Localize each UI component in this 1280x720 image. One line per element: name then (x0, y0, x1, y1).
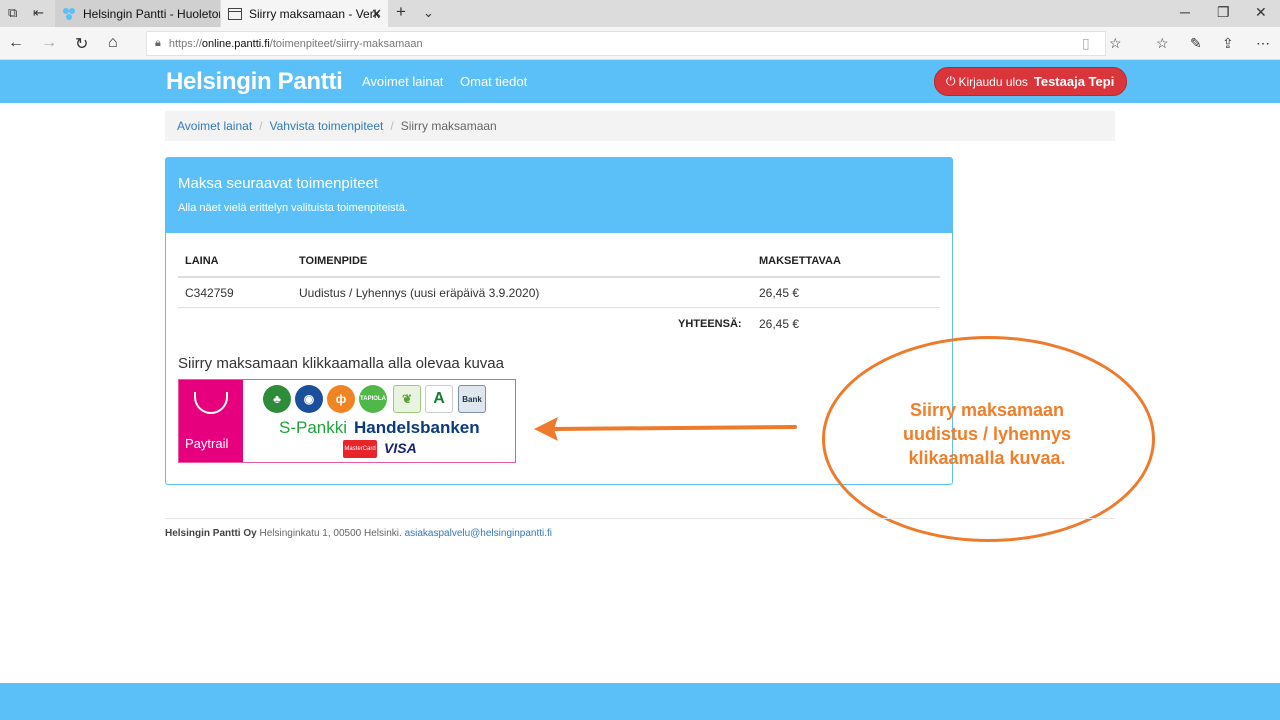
refresh-icon[interactable]: ↻ (75, 34, 88, 54)
url-input[interactable]: 🔒︎ https://online.pantti.fi/toimenpiteet… (146, 31, 1106, 56)
tab-helsingin-pantti[interactable]: Helsingin Pantti - Huoleton (55, 0, 220, 27)
footer-bar (0, 683, 1280, 720)
annotation-line: klikaamalla kuvaa. (908, 448, 1066, 468)
share-icon[interactable]: ⇪ (1222, 35, 1234, 52)
browser-tab-bar: ⧉ ⇤ Helsingin Pantti - Huoleton Siirry m… (0, 0, 1280, 27)
back-icon[interactable]: ← (8, 34, 24, 52)
paytrail-brand: Paytrail (185, 436, 229, 451)
breadcrumb: Avoimet lainat / Vahvista toimenpiteet /… (165, 111, 1115, 141)
total-label: YHTEENSÄ: (678, 318, 742, 330)
restore-icon[interactable]: ❐ (1217, 4, 1230, 21)
pop-bank-icon: ❦ (393, 385, 421, 413)
nordea-icon: ◉ (295, 385, 323, 413)
paytrail-pay-button[interactable]: Paytrail ♣ ◉ ф TAPIOLA ❦ A Bank S-Pankki… (178, 379, 516, 463)
footer: Helsingin Pantti Oy Helsinginkatu 1, 005… (165, 528, 552, 539)
home-icon[interactable]: ⌂ (108, 34, 118, 52)
tab-actions-icon[interactable]: ⧉ (8, 5, 17, 21)
annotation-text: Siirry maksamaan uudistus / lyhennys kli… (862, 398, 1112, 470)
breadcrumb-avoimet-lainat[interactable]: Avoimet lainat (177, 119, 252, 133)
column-header-toimenpide: TOIMENPIDE (299, 255, 368, 267)
tab-title: Siirry maksamaan - Verk (249, 6, 380, 21)
panel-heading: Maksa seuraavat toimenpiteet Alla näet v… (166, 158, 952, 233)
lock-icon: 🔒︎ (155, 37, 161, 49)
footer-company: Helsingin Pantti Oy (165, 528, 257, 539)
annotation-line: Siirry maksamaan (909, 400, 1065, 420)
url-scheme: https:// (168, 37, 202, 50)
url-host: online.pantti.fi (201, 37, 270, 50)
table-divider (178, 276, 940, 278)
power-icon: ⏻ (946, 74, 956, 88)
shopping-bag-icon (194, 392, 228, 414)
logout-button[interactable]: ⏻ Kirjaudu ulos Testaaja Tepi (934, 67, 1127, 96)
new-tab-icon[interactable]: + (396, 2, 406, 22)
pen-icon[interactable]: ✎ (1190, 35, 1202, 52)
tab-aside-icon[interactable]: ⇤ (33, 5, 44, 21)
brand-logo[interactable]: Helsingin Pantti (166, 68, 343, 96)
tab-close-icon[interactable]: ✕ (371, 6, 382, 22)
tab-title: Helsingin Pantti - Huoleton (83, 6, 220, 21)
breadcrumb-separator: / (390, 119, 394, 133)
minimize-icon[interactable]: ─ (1180, 4, 1190, 20)
footer-address: Helsinginkatu 1, 00500 Helsinki. (259, 528, 402, 539)
cell-laina: C342759 (185, 286, 234, 300)
pantti-favicon-icon (61, 6, 77, 22)
user-name: Testaaja Tepi (1033, 74, 1115, 89)
url-path: /toimenpiteet/siirry-maksamaan (269, 37, 423, 50)
favorite-star-icon[interactable]: ☆ (1109, 35, 1122, 52)
tab-siirry-maksamaan[interactable]: Siirry maksamaan - Verk ✕ (221, 0, 388, 27)
column-header-laina: LAINA (185, 255, 219, 267)
breadcrumb-current: Siirry maksamaan (400, 119, 497, 133)
annotation-arrow-icon (534, 417, 797, 441)
page-favicon-icon (227, 6, 243, 22)
address-toolbar: ← → ↻ ⌂ 🔒︎ https://online.pantti.fi/toim… (0, 27, 1280, 60)
total-value: 26,45 € (759, 317, 800, 331)
footer-divider (165, 518, 1115, 519)
footer-email-link[interactable]: asiakaspalvelu@helsinginpantti.fi (405, 528, 552, 539)
cell-toimenpide: Uudistus / Lyhennys (uusi eräpäivä 3.9.2… (299, 286, 540, 300)
danske-bank-icon: Bank (458, 385, 486, 413)
favorites-hub-icon[interactable]: ☆ (1156, 35, 1169, 52)
aktia-icon: A (425, 385, 453, 413)
forward-icon[interactable]: → (41, 34, 57, 52)
table-divider (178, 307, 940, 308)
nav-omat-tiedot[interactable]: Omat tiedot (460, 74, 527, 89)
annotation-line: uudistus / lyhennys (902, 424, 1072, 444)
handelsbanken-label: Handelsbanken (354, 418, 480, 437)
nav-avoimet-lainat[interactable]: Avoimet lainat (362, 74, 443, 89)
panel-title: Maksa seuraavat toimenpiteet (178, 175, 379, 192)
breadcrumb-vahvista[interactable]: Vahvista toimenpiteet (270, 119, 384, 133)
op-icon: ф (327, 385, 355, 413)
more-icon[interactable]: ⋯ (1256, 35, 1270, 52)
pay-instruction: Siirry maksamaan klikkaamalla alla oleva… (178, 355, 504, 372)
window-close-icon[interactable]: ✕ (1255, 4, 1267, 21)
tapiola-icon: TAPIOLA (359, 385, 387, 413)
site-header: Helsingin Pantti Avoimet lainat Omat tie… (0, 60, 1280, 103)
savings-bank-icon: ♣ (263, 385, 291, 413)
cell-maksettavaa: 26,45 € (759, 286, 800, 300)
column-header-maksettavaa: MAKSETTAVAA (759, 255, 841, 267)
s-pankki-label: S-Pankki (279, 418, 348, 437)
reading-view-icon[interactable]: ▯ (1082, 35, 1090, 52)
breadcrumb-separator: / (259, 119, 263, 133)
paytrail-logo: Paytrail (179, 380, 243, 462)
mastercard-icon: MasterCard (343, 440, 377, 458)
panel-subtitle: Alla näet vielä erittelyn valituista toi… (178, 202, 408, 214)
tab-list-chevron-icon[interactable]: ⌄ (423, 5, 434, 21)
logout-label: Kirjaudu ulos (958, 74, 1028, 89)
visa-label: VISA (384, 440, 417, 456)
